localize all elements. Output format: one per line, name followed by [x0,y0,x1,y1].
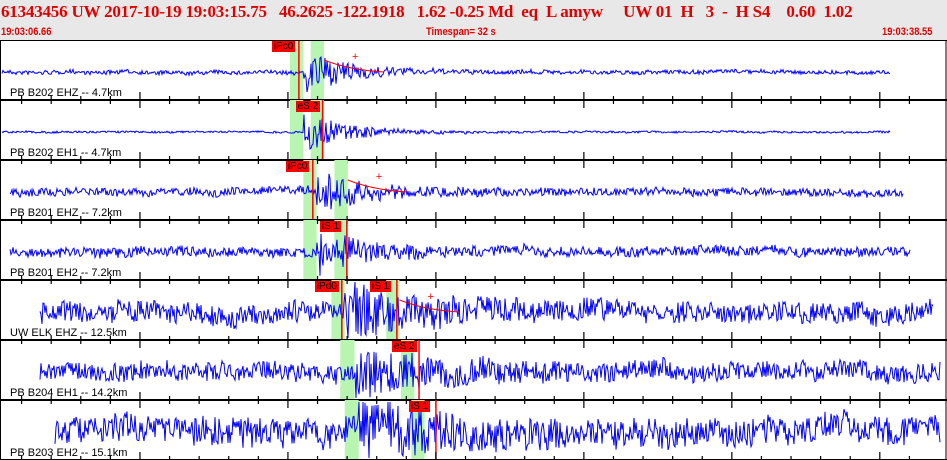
waveform-trace [1,114,891,150]
pick-flag[interactable]: iS 1 [408,401,431,412]
waveform-trace [54,401,941,459]
trace-label: PB B202 EH1 -- 4.7km [10,147,122,159]
event-header: 61343456 UW 2017-10-19 19:03:15.75 46.26… [0,0,947,40]
waveform-trace [1,55,891,93]
waveform-trace [9,233,911,276]
trace-label: UW ELK EHZ -- 12.5km [10,327,127,339]
pick-flag[interactable]: iS 1 [319,221,342,232]
trace-label: PB B201 EHZ -- 7.2km [10,207,122,219]
event-summary: 61343456 UW 2017-10-19 19:03:15.75 46.26… [1,2,853,21]
end-time: 19:03:38.55 [882,26,933,38]
waveform-trace [39,351,941,399]
pick-flag[interactable]: eS 2 [295,101,321,112]
trace-label: PB B201 EH2 -- 7.2km [10,267,122,279]
pick-flag[interactable]: iPd0 [314,281,339,292]
trace-label: PB B202 EHZ -- 4.7km [10,87,122,99]
start-time: 19:03:06.66 [1,26,52,38]
pick-flag[interactable]: iS 1 [369,281,392,292]
waveform-panel[interactable]: + + + [0,40,947,460]
trace-label: PB B203 EH2 -- 15.1km [10,447,128,459]
coda-marker: + [428,291,434,303]
time-window [303,220,317,280]
timespan: Timespan= 32 s [426,26,496,38]
waveform-trace [9,173,904,210]
pick-flag[interactable]: iPc0 [271,41,296,52]
pick-flag[interactable]: iPc0 [285,161,310,172]
coda-marker: + [352,51,358,63]
trace-label: PB B204 EH1 -- 14.2km [10,387,128,399]
waveform-trace [39,281,934,338]
pick-flag[interactable]: eS 2 [392,341,417,352]
coda-marker: + [376,171,382,183]
